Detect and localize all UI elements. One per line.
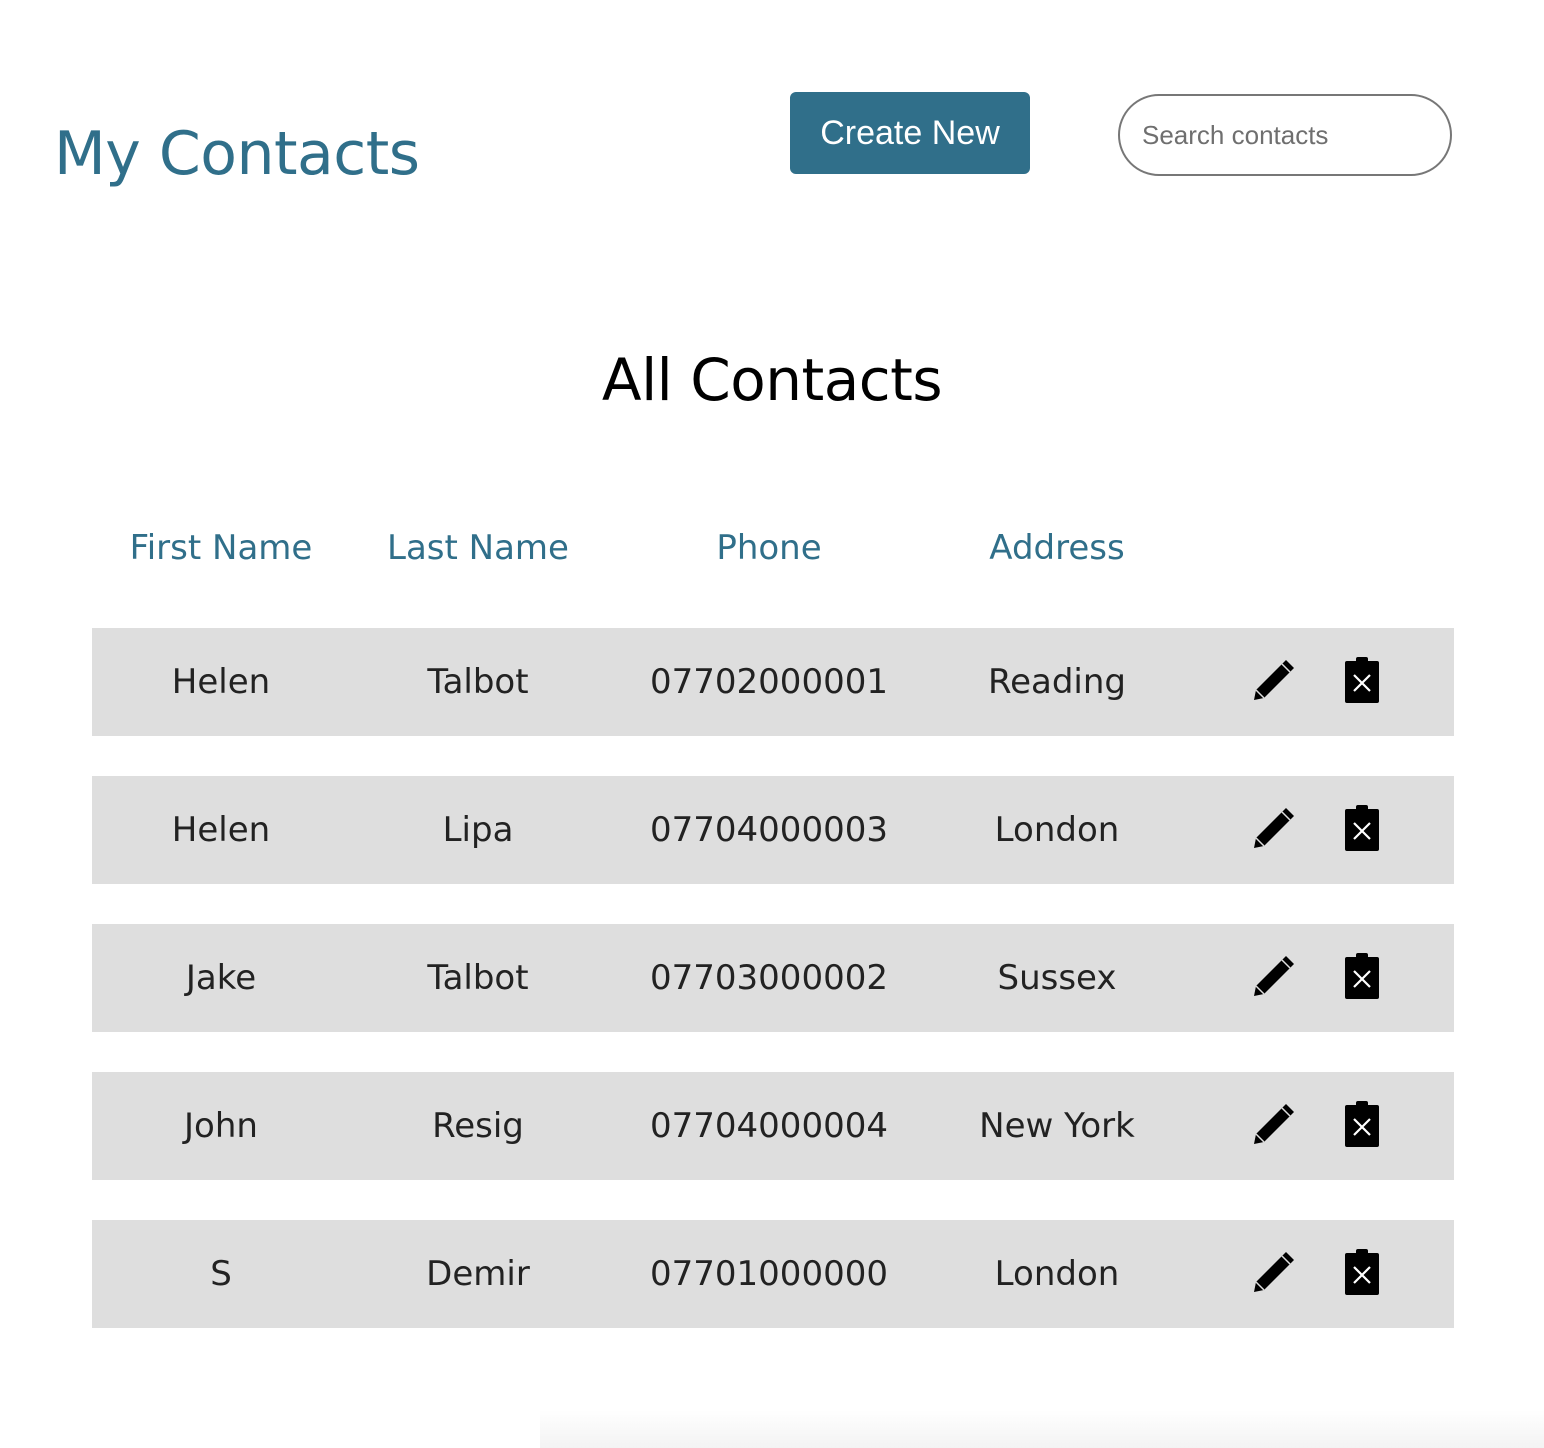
column-header-phone[interactable]: Phone <box>606 520 932 576</box>
address-cell: Sussex <box>997 958 1117 998</box>
delete-button[interactable] <box>1340 802 1384 854</box>
last-name-cell: Resig <box>432 1106 524 1146</box>
delete-button[interactable] <box>1340 950 1384 1002</box>
first-name-cell: Jake <box>185 958 257 998</box>
table-header: First Name Last Name Phone Address <box>92 520 1454 576</box>
delete-button[interactable] <box>1340 1098 1384 1150</box>
phone-cell: 07702000001 <box>650 662 888 702</box>
search-input[interactable] <box>1118 94 1452 176</box>
delete-button[interactable] <box>1340 654 1384 706</box>
edit-button[interactable] <box>1248 802 1300 854</box>
create-new-button[interactable]: Create New <box>790 92 1030 174</box>
trash-icon <box>1345 805 1379 851</box>
last-name-cell: Talbot <box>427 662 529 702</box>
phone-cell: 07703000002 <box>650 958 888 998</box>
pencil-icon <box>1254 1104 1294 1144</box>
table-row: S Demir 07701000000 London <box>92 1220 1454 1328</box>
trash-icon <box>1345 1249 1379 1295</box>
address-cell: London <box>994 1254 1120 1294</box>
first-name-cell: Helen <box>171 810 271 850</box>
table-row: Jake Talbot 07703000002 Sussex <box>92 924 1454 1032</box>
edit-button[interactable] <box>1248 654 1300 706</box>
table-row: Helen Talbot 07702000001 Reading <box>92 628 1454 736</box>
edit-button[interactable] <box>1248 1246 1300 1298</box>
column-header-last-name[interactable]: Last Name <box>350 520 606 576</box>
column-header-first-name[interactable]: First Name <box>92 520 350 576</box>
table-row: Helen Lipa 07704000003 London <box>92 776 1454 884</box>
app-title: My Contacts <box>54 119 420 189</box>
column-header-address[interactable]: Address <box>932 520 1182 576</box>
trash-icon <box>1345 657 1379 703</box>
first-name-cell: S <box>210 1254 232 1294</box>
pencil-icon <box>1254 808 1294 848</box>
edit-button[interactable] <box>1248 950 1300 1002</box>
phone-cell: 07701000000 <box>650 1254 888 1294</box>
pencil-icon <box>1254 1252 1294 1292</box>
delete-button[interactable] <box>1340 1246 1384 1298</box>
section-title: All Contacts <box>601 346 943 414</box>
trash-icon <box>1345 1101 1379 1147</box>
first-name-cell: John <box>184 1106 258 1146</box>
address-cell: London <box>994 810 1120 850</box>
last-name-cell: Demir <box>426 1254 530 1294</box>
phone-cell: 07704000003 <box>650 810 888 850</box>
trash-icon <box>1345 953 1379 999</box>
bottom-shadow <box>540 1410 1544 1448</box>
address-cell: Reading <box>987 662 1126 702</box>
edit-button[interactable] <box>1248 1098 1300 1150</box>
pencil-icon <box>1254 956 1294 996</box>
pencil-icon <box>1254 660 1294 700</box>
first-name-cell: Helen <box>171 662 271 702</box>
last-name-cell: Talbot <box>427 958 529 998</box>
phone-cell: 07704000004 <box>650 1106 888 1146</box>
table-row: John Resig 07704000004 New York <box>92 1072 1454 1180</box>
address-cell: New York <box>979 1106 1135 1146</box>
last-name-cell: Lipa <box>442 810 514 850</box>
